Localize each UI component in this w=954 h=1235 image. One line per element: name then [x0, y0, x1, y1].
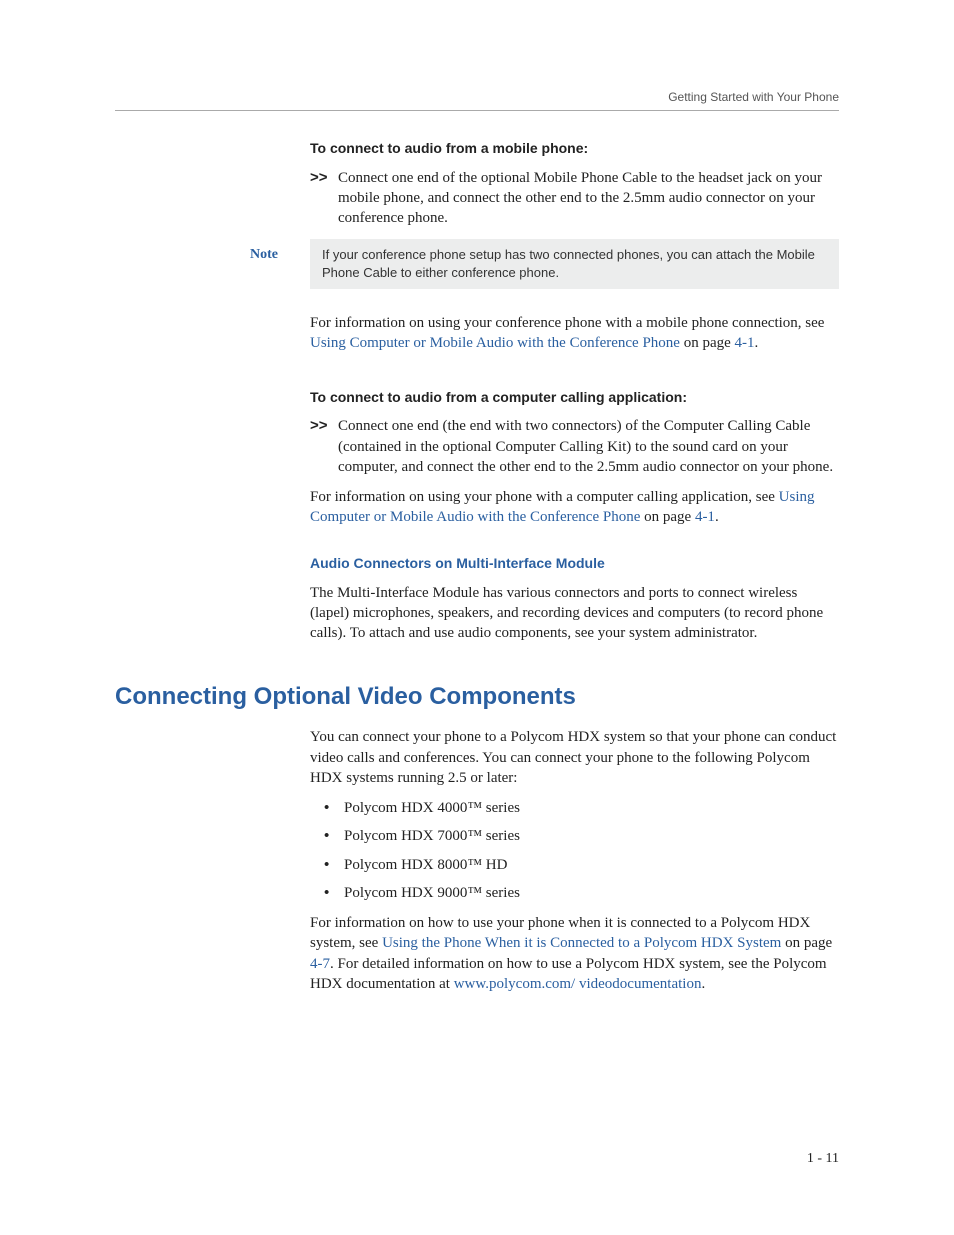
list-item: Polycom HDX 7000™ series [310, 826, 839, 846]
text: . [715, 509, 719, 525]
step-marker: >> [310, 416, 338, 477]
note-box: Note If your conference phone setup has … [310, 239, 839, 289]
computer-info-para: For information on using your phone with… [310, 487, 839, 528]
computer-audio-step: >> Connect one end (the end with two con… [310, 416, 839, 477]
top-rule [115, 110, 839, 111]
computer-audio-heading: To connect to audio from a computer call… [310, 388, 839, 407]
link-page-ref[interactable]: 4-1 [695, 509, 715, 525]
step-marker: >> [310, 168, 338, 229]
text: For information on using your phone with… [310, 489, 779, 505]
link-hdx-phone[interactable]: Using the Phone When it is Connected to … [382, 935, 781, 951]
audio-connectors-heading: Audio Connectors on Multi-Interface Modu… [310, 554, 839, 573]
text: . [755, 335, 759, 351]
text: on page [680, 335, 735, 351]
text: For information on using your conference… [310, 315, 824, 331]
content-column-2: You can connect your phone to a Polycom … [310, 727, 839, 994]
section-title-video: Connecting Optional Video Components [115, 683, 839, 711]
hdx-list: Polycom HDX 4000™ series Polycom HDX 700… [310, 798, 839, 903]
page: Getting Started with Your Phone To conne… [0, 0, 954, 1235]
text: on page [781, 935, 832, 951]
list-item: Polycom HDX 8000™ HD [310, 855, 839, 875]
list-item: Polycom HDX 9000™ series [310, 883, 839, 903]
mobile-audio-heading: To connect to audio from a mobile phone: [310, 139, 839, 158]
text: . [701, 976, 705, 992]
list-item: Polycom HDX 4000™ series [310, 798, 839, 818]
step-text: Connect one end (the end with two connec… [338, 416, 839, 477]
running-header: Getting Started with Your Phone [115, 90, 839, 110]
mobile-info-para: For information on using your conference… [310, 313, 839, 354]
mobile-audio-step: >> Connect one end of the optional Mobil… [310, 168, 839, 229]
page-number: 1 - 11 [807, 1151, 839, 1167]
link-page-ref[interactable]: 4-1 [735, 335, 755, 351]
link-page-ref[interactable]: 4-7 [310, 956, 330, 972]
video-intro: You can connect your phone to a Polycom … [310, 727, 839, 788]
note-label: Note [250, 239, 310, 289]
text: on page [640, 509, 695, 525]
content-column: To connect to audio from a mobile phone:… [310, 139, 839, 643]
step-text: Connect one end of the optional Mobile P… [338, 168, 839, 229]
video-outro: For information on how to use your phone… [310, 913, 839, 994]
link-polycom-docs[interactable]: www.polycom.com/ videodocumentation [454, 976, 702, 992]
audio-connectors-body: The Multi-Interface Module has various c… [310, 583, 839, 644]
link-mobile-audio[interactable]: Using Computer or Mobile Audio with the … [310, 335, 680, 351]
note-body: If your conference phone setup has two c… [310, 239, 839, 289]
